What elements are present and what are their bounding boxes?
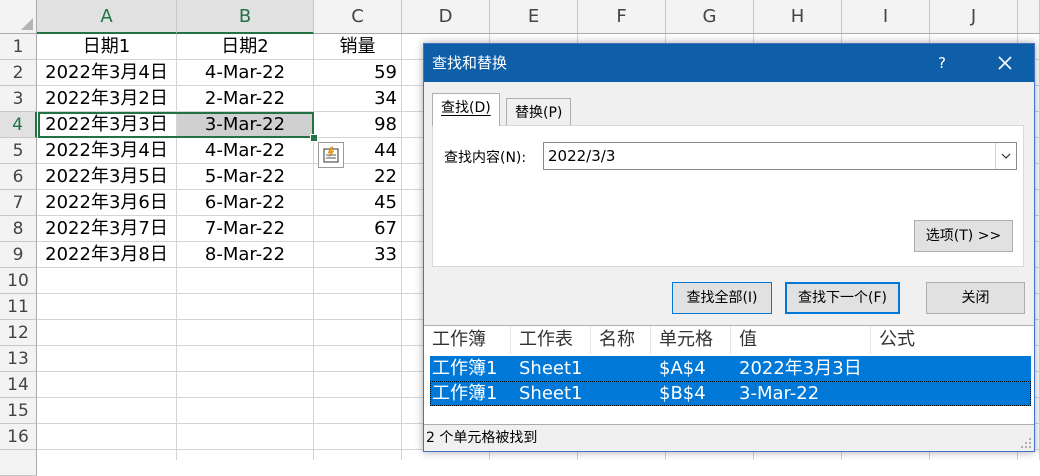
cell-c2[interactable]: 59 [314,60,402,86]
cell-b3[interactable]: 2-Mar-22 [177,86,314,112]
result-row[interactable]: 工作簿1 Sheet1 $B$4 3-Mar-22 [430,381,1031,406]
cell-a5[interactable]: 2022年3月4日 [37,138,177,164]
help-button[interactable]: ? [930,44,954,82]
find-replace-dialog: 查找和替换 ? 查找(D) 替换(P) 查找内容(N): 2022/3/3 选项… [423,43,1035,452]
cell-a6[interactable]: 2022年3月5日 [37,164,177,190]
find-what-input[interactable]: 2022/3/3 [548,147,615,165]
column-header-k[interactable] [1018,0,1040,34]
cell-b7[interactable]: 6-Mar-22 [177,190,314,216]
results-header-workbook[interactable]: 工作簿 [424,326,511,354]
row-header-2[interactable]: 2 [0,60,37,86]
column-header-h[interactable]: H [754,0,842,34]
quick-analysis-button[interactable] [318,142,344,168]
result-workbook: 工作簿1 [432,358,498,379]
cell-a1[interactable]: 日期1 [37,34,177,60]
find-all-button[interactable]: 查找全部(I) [672,282,772,314]
cell-a4[interactable]: 2022年3月3日 [37,112,177,138]
results-list[interactable]: 工作簿 工作表 名称 单元格 值 公式 工作簿1 Sheet1 $A$4 202… [424,325,1034,425]
cell-a8[interactable]: 2022年3月7日 [37,216,177,242]
column-header-e[interactable]: E [490,0,578,34]
close-dialog-button[interactable] [990,44,1020,82]
column-header-b[interactable]: B [177,0,314,34]
find-what-combobox[interactable]: 2022/3/3 [543,142,1017,170]
results-header-value[interactable]: 值 [731,326,871,354]
dialog-title: 查找和替换 [432,54,508,72]
result-sheet: Sheet1 [519,383,583,404]
cell-b1[interactable]: 日期2 [177,34,314,60]
cell-a2[interactable]: 2022年3月4日 [37,60,177,86]
column-header-g[interactable]: G [666,0,754,34]
cell-c7[interactable]: 45 [314,190,402,216]
row-header-1[interactable]: 1 [0,34,37,60]
row-header-13[interactable]: 13 [0,346,37,372]
resize-grip-icon[interactable] [1020,437,1032,449]
column-header-j[interactable]: J [930,0,1018,34]
result-cell: $A$4 [659,358,706,379]
row-header-9[interactable]: 9 [0,242,37,268]
results-header-sheet[interactable]: 工作表 [511,326,591,354]
row-header-15[interactable]: 15 [0,398,37,424]
results-header-cell[interactable]: 单元格 [651,326,731,354]
cell-c1[interactable]: 销量 [314,34,402,60]
row-header-11[interactable]: 11 [0,294,37,320]
tab-replace-label: 替换(P) [515,105,563,121]
result-value: 2022年3月3日 [739,358,862,379]
options-button[interactable]: 选项(T) >> [914,220,1013,252]
select-all-corner[interactable] [0,0,37,34]
tab-find-label: 查找(D) [441,100,491,116]
result-cell: $B$4 [659,383,706,404]
row-header-3[interactable]: 3 [0,86,37,112]
row-header-8[interactable]: 8 [0,216,37,242]
row-header-12[interactable]: 12 [0,320,37,346]
cell-c4[interactable]: 98 [314,112,402,138]
column-header-i[interactable]: I [842,0,930,34]
chevron-down-icon [1001,153,1011,159]
cell-c8[interactable]: 67 [314,216,402,242]
cell-a9[interactable]: 2022年3月8日 [37,242,177,268]
row-header-10[interactable]: 10 [0,268,37,294]
quick-analysis-icon [323,146,339,163]
row-header-17[interactable] [0,450,37,476]
find-next-button[interactable]: 查找下一个(F) [785,282,900,314]
cell-b2[interactable]: 4-Mar-22 [177,60,314,86]
find-tab-panel: 查找内容(N): 2022/3/3 选项(T) >> [432,125,1024,267]
cell-c3[interactable]: 34 [314,86,402,112]
result-row[interactable]: 工作簿1 Sheet1 $A$4 2022年3月3日 [430,356,1031,381]
tab-find[interactable]: 查找(D) [432,93,500,126]
row-header-5[interactable]: 5 [0,138,37,164]
find-what-dropdown-button[interactable] [995,143,1016,169]
results-header-formula[interactable]: 公式 [871,326,1031,354]
cell-b9[interactable]: 8-Mar-22 [177,242,314,268]
find-what-label: 查找内容(N): [444,150,527,166]
fill-handle[interactable] [310,134,318,142]
tab-replace[interactable]: 替换(P) [506,98,572,128]
row-header-14[interactable]: 14 [0,372,37,398]
results-header-name[interactable]: 名称 [591,326,651,354]
column-header-a[interactable]: A [37,0,177,34]
cell-b4[interactable]: 3-Mar-22 [177,112,314,138]
cell-b8[interactable]: 7-Mar-22 [177,216,314,242]
result-sheet: Sheet1 [519,358,583,379]
cell-b6[interactable]: 5-Mar-22 [177,164,314,190]
status-text: 2 个单元格被找到 [426,430,538,446]
cell-c9[interactable]: 33 [314,242,402,268]
close-button[interactable]: 关闭 [926,282,1025,314]
column-header-d[interactable]: D [402,0,490,34]
close-icon [998,56,1012,70]
row-header-16[interactable]: 16 [0,424,37,450]
column-header-f[interactable]: F [578,0,666,34]
cell-b5[interactable]: 4-Mar-22 [177,138,314,164]
cell-a7[interactable]: 2022年3月6日 [37,190,177,216]
cell-a3[interactable]: 2022年3月2日 [37,86,177,112]
row-header-6[interactable]: 6 [0,164,37,190]
result-workbook: 工作簿1 [432,383,498,404]
column-header-c[interactable]: C [314,0,402,34]
result-value: 3-Mar-22 [739,383,820,404]
row-header-4[interactable]: 4 [0,112,37,138]
row-header-7[interactable]: 7 [0,190,37,216]
